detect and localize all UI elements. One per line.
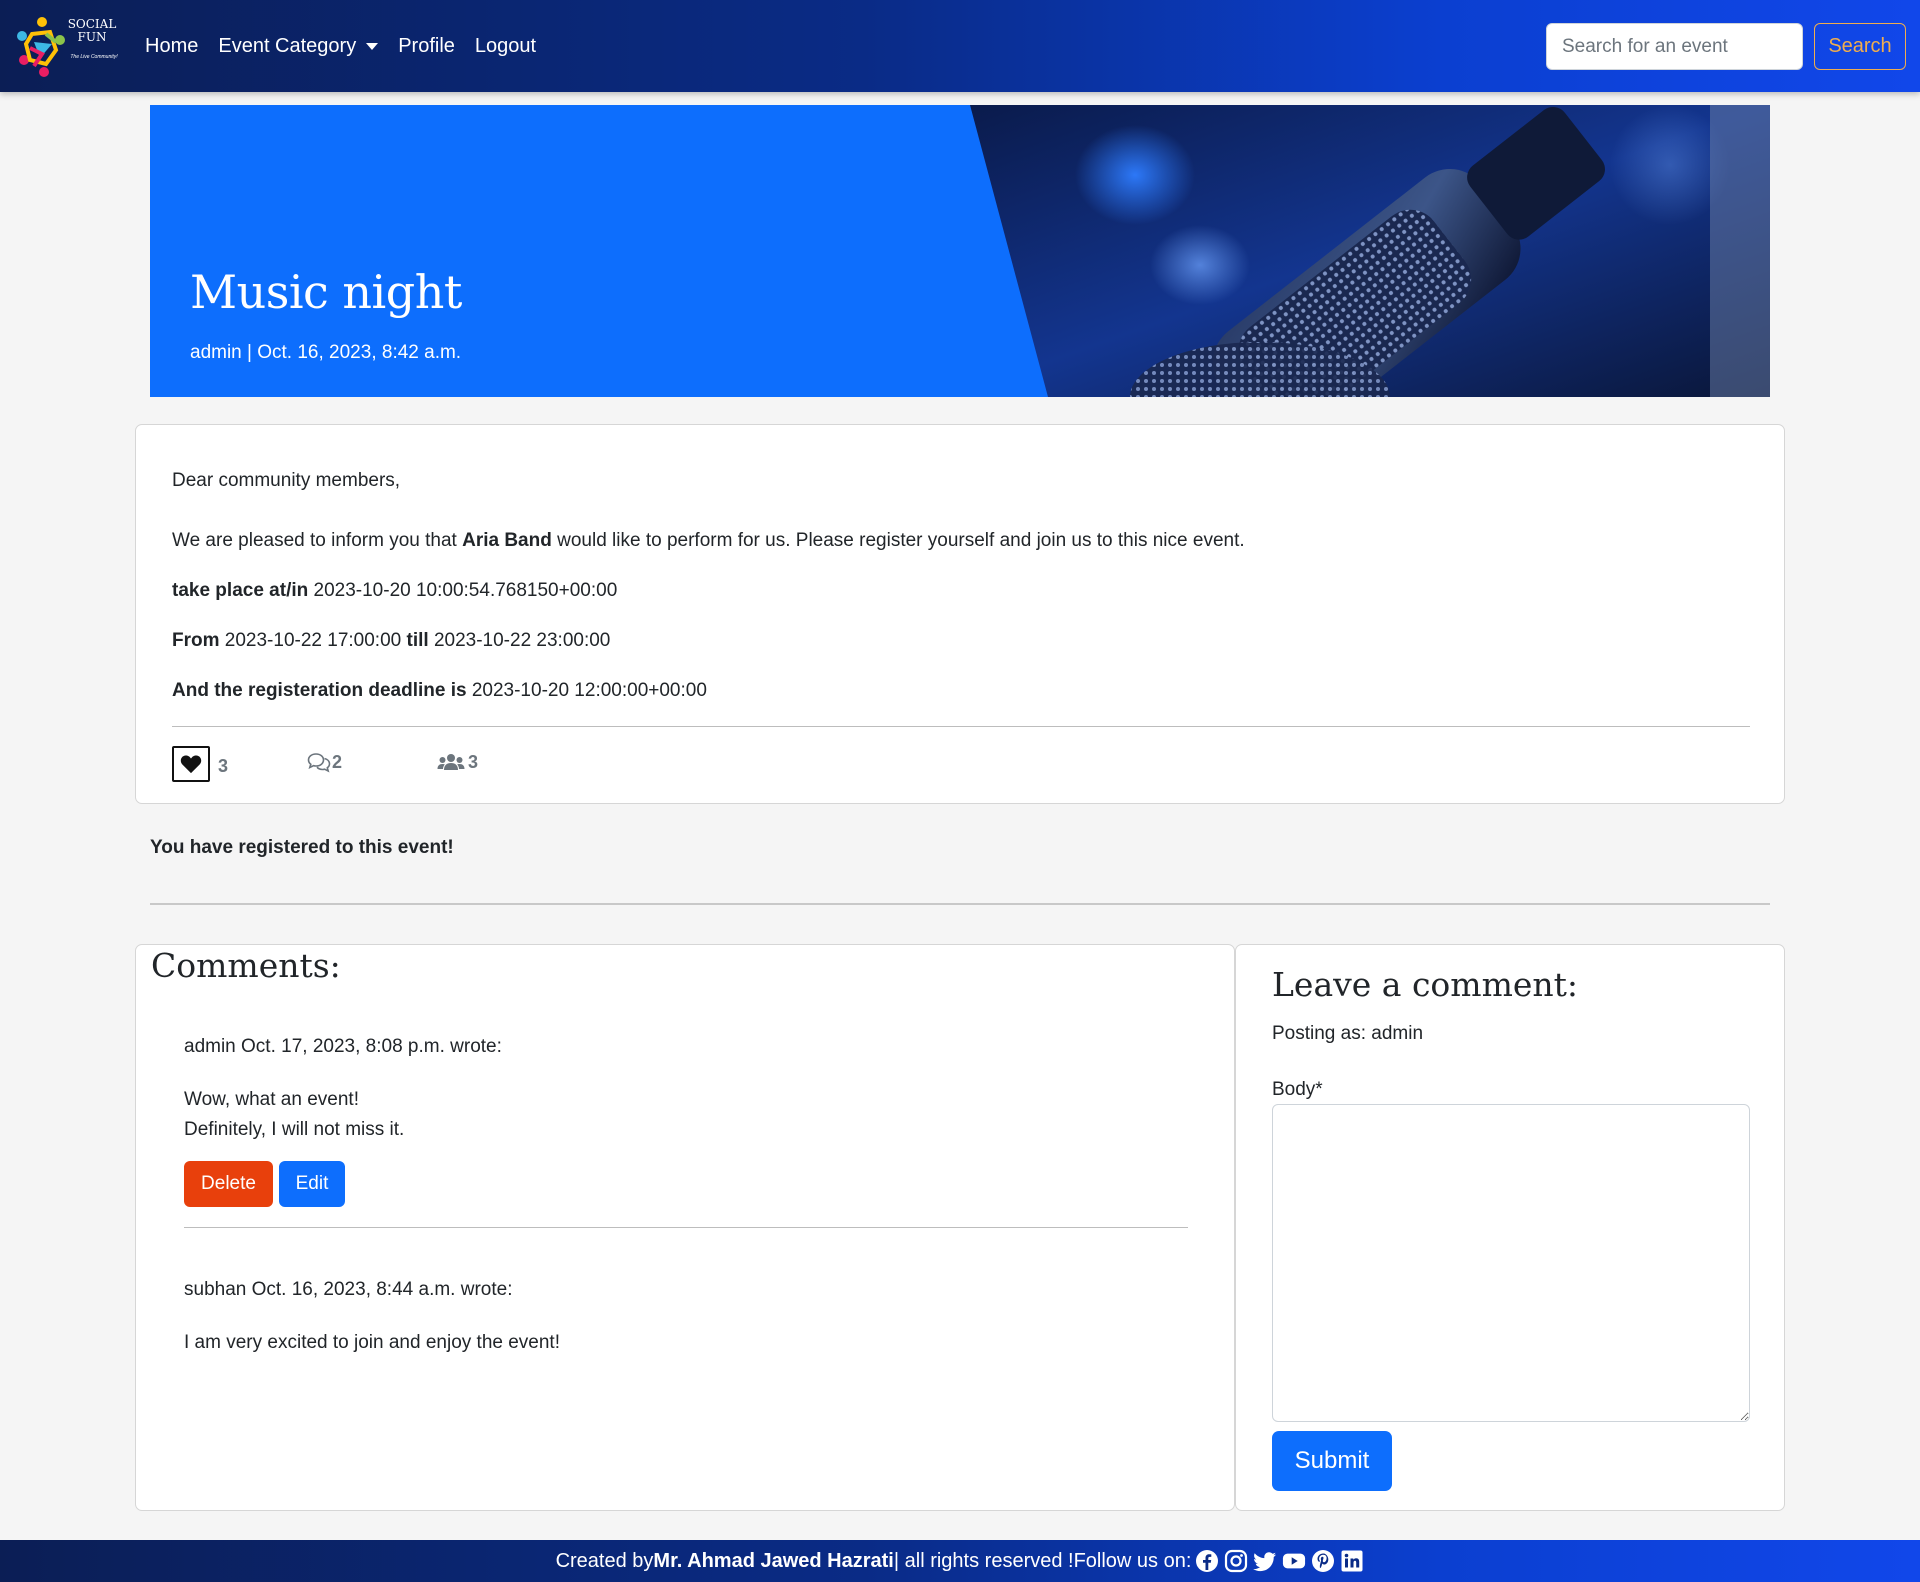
registration-status: You have registered to this event! <box>150 837 454 858</box>
instagram-icon[interactable] <box>1224 1549 1248 1573</box>
event-till-label: till <box>406 630 429 651</box>
search-input[interactable] <box>1546 23 1803 70</box>
event-place: take place at/in 2023-10-20 10:00:54.768… <box>172 579 617 603</box>
divider <box>172 726 1750 727</box>
event-stats: 3 2 3 <box>172 746 772 782</box>
body-label: Body* <box>1272 1079 1323 1100</box>
event-meta: admin | Oct. 16, 2023, 8:42 a.m. <box>190 342 462 363</box>
event-title: Music night <box>190 265 462 319</box>
edit-comment-button[interactable]: Edit <box>279 1161 345 1207</box>
brand-name: SOCIAL FUN <box>66 18 118 44</box>
footer: Created by Mr. Ahmad Jawed Hazrati | all… <box>0 1540 1920 1582</box>
search-button[interactable]: Search <box>1814 23 1906 70</box>
event-from-value: 2023-10-22 17:00:00 <box>219 630 407 651</box>
posting-as-label: Posting as: admin <box>1272 1023 1424 1044</box>
divider <box>150 903 1770 905</box>
comment-text: I am very excited to join and enjoy the … <box>184 1328 1188 1358</box>
event-deadline-value: 2023-10-20 12:00:00+00:00 <box>466 680 707 701</box>
like-button[interactable] <box>172 746 210 782</box>
like-count: 3 <box>218 756 229 776</box>
footer-suffix: | all rights reserved !Follow us on: <box>893 1549 1192 1572</box>
heart-icon <box>180 755 202 774</box>
comment-line: I am very excited to join and enjoy the … <box>184 1332 560 1353</box>
comments-title: Comments: <box>151 946 341 985</box>
comments-section: Comments: admin Oct. 17, 2023, 8:08 p.m.… <box>135 944 1235 1511</box>
comment-actions: Delete Edit <box>184 1161 345 1207</box>
comment-item: admin Oct. 17, 2023, 8:08 p.m. wrote: Wo… <box>184 1035 1188 1207</box>
youtube-icon[interactable] <box>1282 1549 1306 1573</box>
dropdown-caret-icon <box>366 42 379 50</box>
submit-comment-button[interactable]: Submit <box>1272 1431 1392 1491</box>
brand-logo[interactable]: SOCIAL FUN The Live Community! <box>12 14 118 78</box>
nav-home[interactable]: Home <box>145 35 208 58</box>
linkedin-icon[interactable] <box>1340 1549 1364 1573</box>
nav-logout[interactable]: Logout <box>465 35 546 58</box>
event-greeting: Dear community members, <box>172 470 401 491</box>
event-from-label: From <box>172 630 220 651</box>
comment-line: Wow, what an event! <box>184 1089 359 1110</box>
nav-event-category[interactable]: Event Category <box>208 35 388 58</box>
users-icon <box>437 754 465 770</box>
footer-author: Mr. Ahmad Jawed Hazrati <box>653 1549 894 1572</box>
footer-prefix: Created by <box>555 1549 654 1572</box>
nav-profile[interactable]: Profile <box>388 35 465 58</box>
comment-text: Wow, what an event! Definitely, I will n… <box>184 1085 1188 1145</box>
comment-meta: admin Oct. 17, 2023, 8:08 p.m. wrote: <box>184 1036 502 1057</box>
event-time: From 2023-10-22 17:00:00 till 2023-10-22… <box>172 629 610 653</box>
pinterest-icon[interactable] <box>1311 1549 1335 1573</box>
logo-people-icon <box>17 17 65 77</box>
event-intro-before: We are pleased to inform you that <box>172 530 463 551</box>
brand-name-line2: FUN <box>77 30 107 44</box>
comment-form-title: Leave a comment: <box>1272 965 1579 1004</box>
facebook-icon[interactable] <box>1195 1549 1219 1573</box>
performer-name: Aria Band <box>462 530 552 551</box>
comment-body-textarea[interactable] <box>1272 1104 1750 1422</box>
comment-item: subhan Oct. 16, 2023, 8:44 a.m. wrote: I… <box>184 1278 1188 1358</box>
navbar: SOCIAL FUN The Live Community! Home Even… <box>0 0 1920 92</box>
comments-icon <box>307 753 331 773</box>
comments-count: 2 <box>332 752 343 772</box>
nav-links: Home Event Category Profile Logout <box>145 0 546 92</box>
attendees-count: 3 <box>468 752 479 772</box>
event-deadline-label: And the registeration deadline is <box>172 680 467 701</box>
event-details-card: Dear community members, We are pleased t… <box>135 424 1785 804</box>
event-hero: Music night admin | Oct. 16, 2023, 8:42 … <box>150 105 1770 397</box>
twitter-icon[interactable] <box>1253 1549 1277 1573</box>
event-place-value: 2023-10-20 10:00:54.768150+00:00 <box>308 580 618 601</box>
event-till-value: 2023-10-22 23:00:00 <box>428 630 611 651</box>
brand-tagline: The Live Community! <box>70 54 118 60</box>
event-intro-after: would like to perform for us. Please reg… <box>551 530 1245 551</box>
divider <box>184 1227 1188 1228</box>
comment-meta: subhan Oct. 16, 2023, 8:44 a.m. wrote: <box>184 1279 513 1300</box>
comment-line: Definitely, I will not miss it. <box>184 1119 405 1140</box>
nav-event-category-label: Event Category <box>218 34 357 57</box>
comment-form-card: Leave a comment: Posting as: admin Body*… <box>1235 944 1785 1511</box>
event-intro: We are pleased to inform you that Aria B… <box>172 529 1245 553</box>
social-links <box>1195 1549 1364 1573</box>
delete-comment-button[interactable]: Delete <box>184 1161 273 1207</box>
event-deadline: And the registeration deadline is 2023-1… <box>172 679 707 703</box>
event-place-label: take place at/in <box>172 580 309 601</box>
